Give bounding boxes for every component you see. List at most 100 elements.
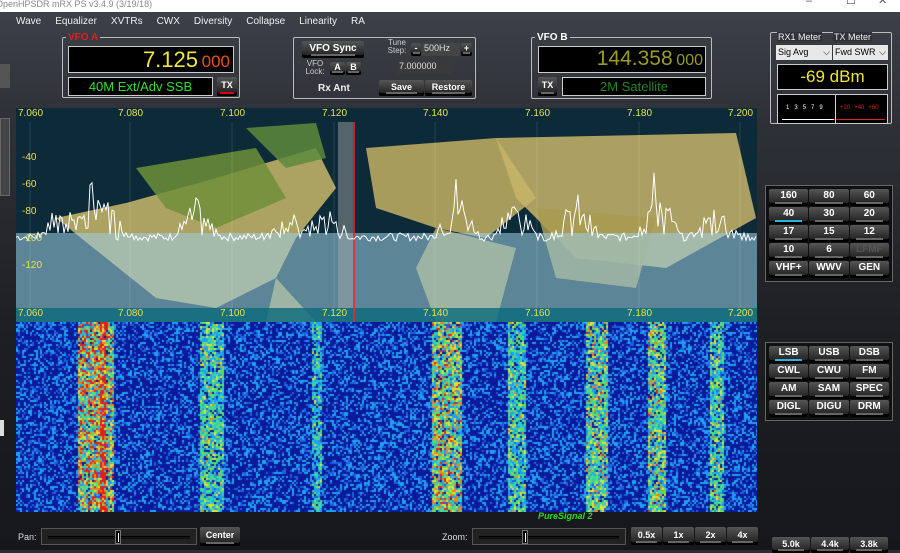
db-tick-label: -60 [22, 179, 37, 190]
frequency-tick-label: 7.160 [525, 308, 551, 319]
band-40-button[interactable]: 40 [769, 207, 809, 224]
vfo-lock-a-button[interactable]: A [330, 62, 345, 75]
vfo-a-band-display: 40M Ext/Adv SSB [68, 77, 213, 96]
mode-sam-button[interactable]: SAM [809, 382, 849, 399]
band-30-button[interactable]: 30 [809, 207, 849, 224]
band-vhf-button[interactable]: VHF+ [769, 261, 809, 278]
mode-spec-button[interactable]: SPEC [849, 382, 889, 399]
vfo-b-frequency[interactable]: 144.358 000 [538, 46, 706, 73]
db-tick-label: -120 [22, 260, 43, 271]
zoom-slider-thumb[interactable] [522, 530, 529, 544]
minimize-button[interactable]: – [806, 0, 812, 7]
menu-linearity[interactable]: Linearity [299, 16, 337, 30]
vfo-b-tx-button[interactable]: TX [538, 77, 557, 96]
meter-scale-label: 5 [802, 105, 807, 111]
tx-meter-label: TX Meter [833, 32, 873, 42]
meter-scale-label: +20 [840, 105, 851, 111]
filter-3.8k-button[interactable]: 3.8k [850, 537, 888, 553]
frequency-tick-label: 7.080 [118, 108, 144, 119]
frequency-tick-label: 7.140 [423, 308, 449, 319]
frequency-entry[interactable]: 7.000000 [397, 61, 452, 74]
band-20-button[interactable]: 20 [849, 207, 889, 224]
mode-am-button[interactable]: AM [769, 382, 809, 399]
vfo-sync-button[interactable]: VFO Sync [302, 41, 364, 58]
vfo-lock-b-button[interactable]: B [346, 62, 361, 75]
window-title: OpenHPSDR mRX PS v3.4.9 (3/19/18) [0, 0, 153, 9]
band-10-button[interactable]: 10 [769, 243, 809, 260]
db-tick-label: -80 [22, 206, 37, 217]
zoom-2x-button[interactable]: 2x [695, 527, 726, 545]
frequency-tick-label: 7.080 [118, 308, 144, 319]
pan-slider-thumb[interactable] [115, 530, 121, 544]
mode-drm-button[interactable]: DRM [849, 400, 889, 417]
meter-scale-label: 9 [819, 105, 823, 111]
zoom-4x-button[interactable]: 4x [727, 527, 758, 545]
menu-collapse[interactable]: Collapse [246, 16, 285, 30]
band-6-button[interactable]: 6 [809, 243, 849, 260]
band-lfmf-button[interactable]: LFMF [849, 243, 889, 260]
chevron-down-icon: ⌵ [823, 47, 830, 57]
left-scroll-stub[interactable] [0, 420, 4, 436]
frequency-tick-label: 7.180 [627, 108, 653, 119]
frequency-tick-label: 7.120 [322, 308, 348, 319]
vfo-a-freq-sub: 000 [201, 52, 230, 71]
vfo-b-freq-main: 144.358 [596, 47, 673, 70]
tx-meter-select[interactable]: Fwd SWR ⌵ [833, 45, 888, 60]
mode-lsb-button[interactable]: LSB [769, 346, 809, 363]
meter-scale-label: 1 [786, 105, 790, 111]
band-wwv-button[interactable]: WWV [809, 261, 849, 278]
band-15-button[interactable]: 15 [809, 225, 849, 242]
pan-slider[interactable] [41, 528, 197, 545]
meter-needle [835, 95, 836, 123]
meter-scale-label: +40 [854, 105, 865, 111]
restore-button[interactable]: Restore [425, 80, 472, 96]
rx-meter-label: RX1 Meter [777, 32, 823, 42]
tune-step-value[interactable]: 500Hz [422, 43, 460, 56]
mode-usb-button[interactable]: USB [809, 346, 849, 363]
band-80-button[interactable]: 80 [809, 189, 849, 206]
tune-step-increase[interactable]: + [461, 43, 472, 56]
rx-ant-label[interactable]: Rx Ant [318, 83, 350, 94]
waterfall[interactable] [16, 322, 757, 512]
mode-cwl-button[interactable]: CWL [769, 364, 809, 381]
pan-label: Pan: [18, 532, 37, 542]
analog-meter: 13579 +20 +40 +60 [777, 94, 888, 124]
tune-step-decrease[interactable]: - [411, 43, 421, 56]
menu-equalizer[interactable]: Equalizer [55, 16, 97, 30]
save-button[interactable]: Save [379, 80, 424, 96]
zoom-slider[interactable] [472, 528, 626, 545]
meter-reading: -69 dBm [777, 64, 888, 90]
vfo-a-frequency[interactable]: 7.125 000 [68, 46, 234, 73]
mode-fm-button[interactable]: FM [849, 364, 889, 381]
close-button[interactable]: ✕ [878, 0, 887, 7]
zoom-label: Zoom: [442, 532, 468, 542]
filter-5.0k-button[interactable]: 5.0k [772, 537, 810, 553]
band-60-button[interactable]: 60 [849, 189, 889, 206]
menu-wave[interactable]: Wave [16, 16, 41, 30]
zoom-0.5x-button[interactable]: 0.5x [631, 527, 662, 545]
band-12-button[interactable]: 12 [849, 225, 889, 242]
left-panel-stub [0, 64, 10, 88]
panadapter[interactable] [16, 108, 757, 322]
menu-diversity[interactable]: Diversity [194, 16, 232, 30]
zoom-1x-button[interactable]: 1x [663, 527, 694, 545]
filter-4.4k-button[interactable]: 4.4k [811, 537, 849, 553]
menu-ra[interactable]: RA [351, 16, 365, 30]
center-button[interactable]: Center [200, 527, 240, 546]
mode-digu-button[interactable]: DIGU [809, 400, 849, 417]
band-gen-button[interactable]: GEN [849, 261, 889, 278]
band-17-button[interactable]: 17 [769, 225, 809, 242]
vfo-a-tx-button[interactable]: TX [217, 77, 237, 96]
maximize-button[interactable]: ☐ [846, 0, 856, 7]
menu-bar: Wave Equalizer XVTRs CWX Diversity Colla… [0, 16, 365, 30]
band-160-button[interactable]: 160 [769, 189, 809, 206]
mode-digl-button[interactable]: DIGL [769, 400, 809, 417]
tx-meter-select-value: Fwd SWR [835, 47, 876, 57]
vfo-b-label: VFO B [537, 32, 568, 43]
title-bar: OpenHPSDR mRX PS v3.4.9 (3/19/18) – ☐ ✕ [0, 0, 900, 12]
menu-cwx[interactable]: CWX [157, 16, 180, 30]
menu-xvtrs[interactable]: XVTRs [111, 16, 143, 30]
mode-dsb-button[interactable]: DSB [849, 346, 889, 363]
mode-cwu-button[interactable]: CWU [809, 364, 849, 381]
rx-meter-select[interactable]: Sig Avg ⌵ [776, 45, 832, 60]
